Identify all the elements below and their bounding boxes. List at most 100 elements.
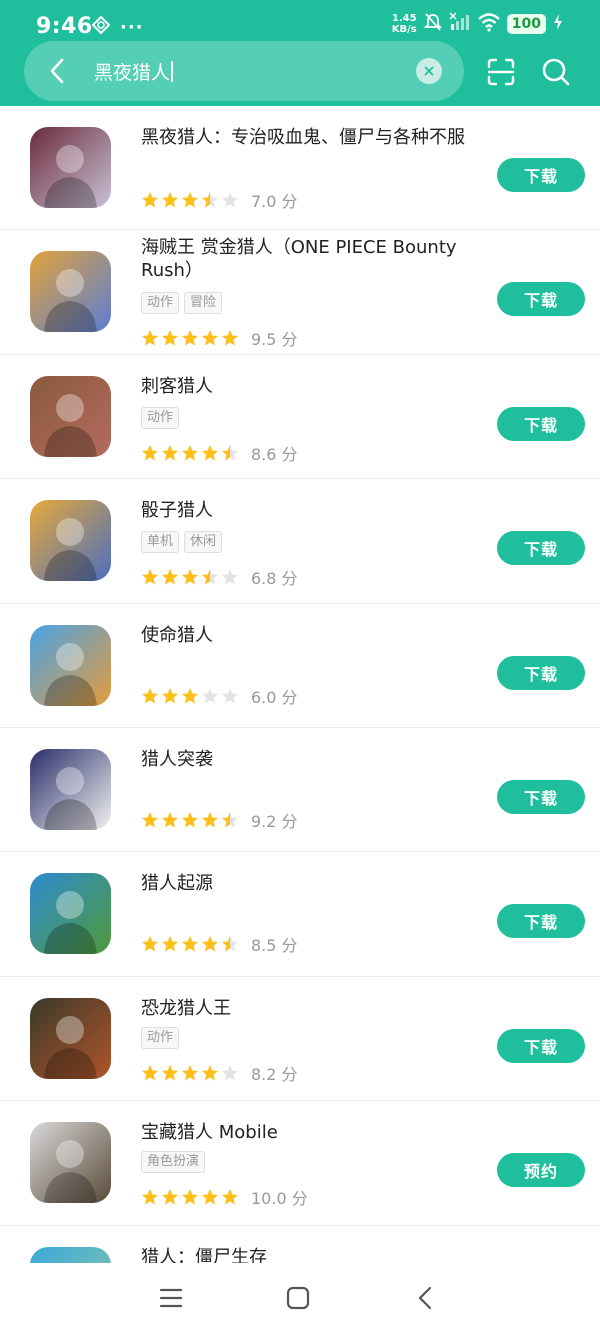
app-artwork-icon	[30, 500, 111, 582]
download-button[interactable]: 下载	[497, 655, 585, 690]
list-item[interactable]: 猎人起源 8.5 分 下载	[0, 852, 600, 977]
app-tag: 休闲	[184, 531, 223, 554]
star-rating	[141, 1064, 239, 1082]
app-icon[interactable]	[30, 873, 111, 955]
search-input[interactable]: 黑夜猎人	[94, 58, 173, 85]
star-full-icon	[142, 936, 158, 952]
recent-apps-button[interactable]	[158, 1285, 184, 1311]
star-full-icon	[202, 936, 218, 952]
app-score: 8.6 分	[251, 444, 298, 464]
app-icon[interactable]	[30, 127, 111, 208]
star-full-icon	[162, 1064, 178, 1081]
search-bar[interactable]: 黑夜猎人	[24, 41, 464, 101]
star-rating	[141, 329, 239, 347]
app-name[interactable]: 宝藏猎人 Mobile	[141, 1121, 481, 1144]
star-full-icon	[142, 330, 158, 346]
app-icon[interactable]	[30, 1122, 111, 1204]
app-name[interactable]: 使命猎人	[141, 624, 481, 647]
app-rating: 8.5 分	[141, 932, 298, 956]
clear-search-button[interactable]	[416, 58, 442, 84]
list-item[interactable]: 刺客猎人 动作 8.6 分 下载	[0, 355, 600, 480]
list-item[interactable]: 海贼王 赏金猎人（ONE PIECE Bounty Rush） 动作 冒险 9.…	[0, 230, 600, 355]
star-half-icon	[202, 569, 218, 585]
search-button[interactable]	[541, 57, 571, 87]
back-button[interactable]	[42, 55, 74, 87]
app-tag: 角色扮演	[141, 1151, 206, 1174]
app-score: 8.5 分	[251, 936, 298, 956]
app-score: 9.5 分	[251, 330, 298, 350]
download-button[interactable]: 下载	[497, 406, 585, 441]
star-rating	[141, 444, 239, 462]
star-empty-icon	[222, 687, 238, 704]
scan-button[interactable]	[486, 57, 516, 87]
system-nav-bar	[0, 1263, 600, 1333]
app-icon[interactable]	[30, 375, 111, 457]
signal-icon	[449, 12, 471, 36]
app-name[interactable]: 恐龙猎人王	[141, 997, 481, 1020]
app-icon[interactable]	[30, 624, 111, 706]
app-icon[interactable]	[30, 997, 111, 1079]
download-button[interactable]: 下载	[497, 1028, 585, 1063]
app-artwork-icon	[30, 748, 111, 830]
app-score: 9.2 分	[251, 811, 298, 831]
list-item[interactable]: 猎人：僵尸生存	[0, 1226, 600, 1263]
star-rating	[141, 191, 239, 209]
battery-indicator: 100	[506, 14, 546, 34]
star-rating	[141, 811, 239, 829]
star-full-icon	[202, 444, 218, 461]
star-full-icon	[162, 1189, 178, 1205]
download-button[interactable]: 下载	[497, 904, 585, 939]
app-name[interactable]: 猎人起源	[141, 872, 481, 895]
star-full-icon	[182, 936, 198, 952]
app-rating: 9.2 分	[141, 808, 298, 832]
app-name[interactable]: 骰子猎人	[141, 499, 481, 522]
download-button[interactable]: 下载	[497, 282, 585, 317]
download-button[interactable]: 下载	[497, 779, 585, 814]
app-artwork-icon	[30, 127, 111, 208]
app-artwork-icon	[30, 375, 111, 457]
app-name[interactable]: 猎人：僵尸生存	[141, 1246, 481, 1263]
list-item[interactable]: 宝藏猎人 Mobile 角色扮演 10.0 分 预约	[0, 1101, 600, 1226]
download-button[interactable]: 下载	[497, 158, 585, 192]
app-name[interactable]: 刺客猎人	[141, 375, 481, 398]
reserve-button[interactable]: 预约	[497, 1153, 585, 1188]
status-time: 9:46	[36, 14, 93, 39]
net-speed: 1.45 KB/s	[391, 13, 417, 35]
app-rating: 8.2 分	[141, 1061, 298, 1085]
app-icon[interactable]	[30, 500, 111, 582]
list-item[interactable]: 使命猎人 6.0 分 下载	[0, 604, 600, 728]
app-tag: 动作	[141, 406, 180, 429]
star-full-icon	[162, 936, 178, 952]
app-tags: 动作	[141, 406, 180, 429]
download-button[interactable]: 下载	[497, 531, 585, 566]
search-icon	[542, 58, 570, 86]
app-icon[interactable]	[30, 748, 111, 830]
search-results-list[interactable]: 黑夜猎人：专治吸血鬼、僵尸与各种不服 7.0 分 下载 海贼王 赏金猎人（ONE…	[0, 106, 600, 1263]
list-item[interactable]: 猎人突袭 9.2 分 下载	[0, 728, 600, 853]
app-icon[interactable]	[30, 251, 111, 333]
list-item[interactable]: 黑夜猎人：专治吸血鬼、僵尸与各种不服 7.0 分 下载	[0, 106, 600, 231]
search-query: 黑夜猎人	[94, 62, 171, 84]
app-name[interactable]: 猎人突袭	[141, 748, 481, 771]
app-tag: 单机	[141, 531, 180, 554]
app-tags: 单机 休闲	[141, 531, 223, 554]
star-full-icon	[142, 192, 158, 208]
more-dots-icon: ···	[120, 16, 144, 38]
app-name[interactable]: 黑夜猎人：专治吸血鬼、僵尸与各种不服	[141, 126, 481, 149]
star-full-icon	[162, 444, 178, 461]
list-item[interactable]: 骰子猎人 单机 休闲 6.8 分 下载	[0, 479, 600, 604]
app-name[interactable]: 海贼王 赏金猎人（ONE PIECE Bounty Rush）	[141, 236, 481, 282]
app-score: 7.0 分	[251, 192, 298, 211]
chevron-left-icon	[50, 58, 64, 84]
app-tags: 动作 冒险	[141, 292, 223, 315]
nav-back-button[interactable]	[413, 1285, 439, 1311]
star-full-icon	[182, 330, 198, 346]
star-full-icon	[182, 1189, 198, 1205]
star-full-icon	[162, 330, 178, 346]
star-full-icon	[222, 1189, 238, 1205]
app-icon[interactable]	[30, 1246, 111, 1263]
app-artwork-icon	[30, 873, 111, 955]
star-full-icon	[202, 1064, 218, 1081]
list-item[interactable]: 恐龙猎人王 动作 8.2 分 下载	[0, 977, 600, 1102]
home-button[interactable]	[285, 1285, 311, 1311]
